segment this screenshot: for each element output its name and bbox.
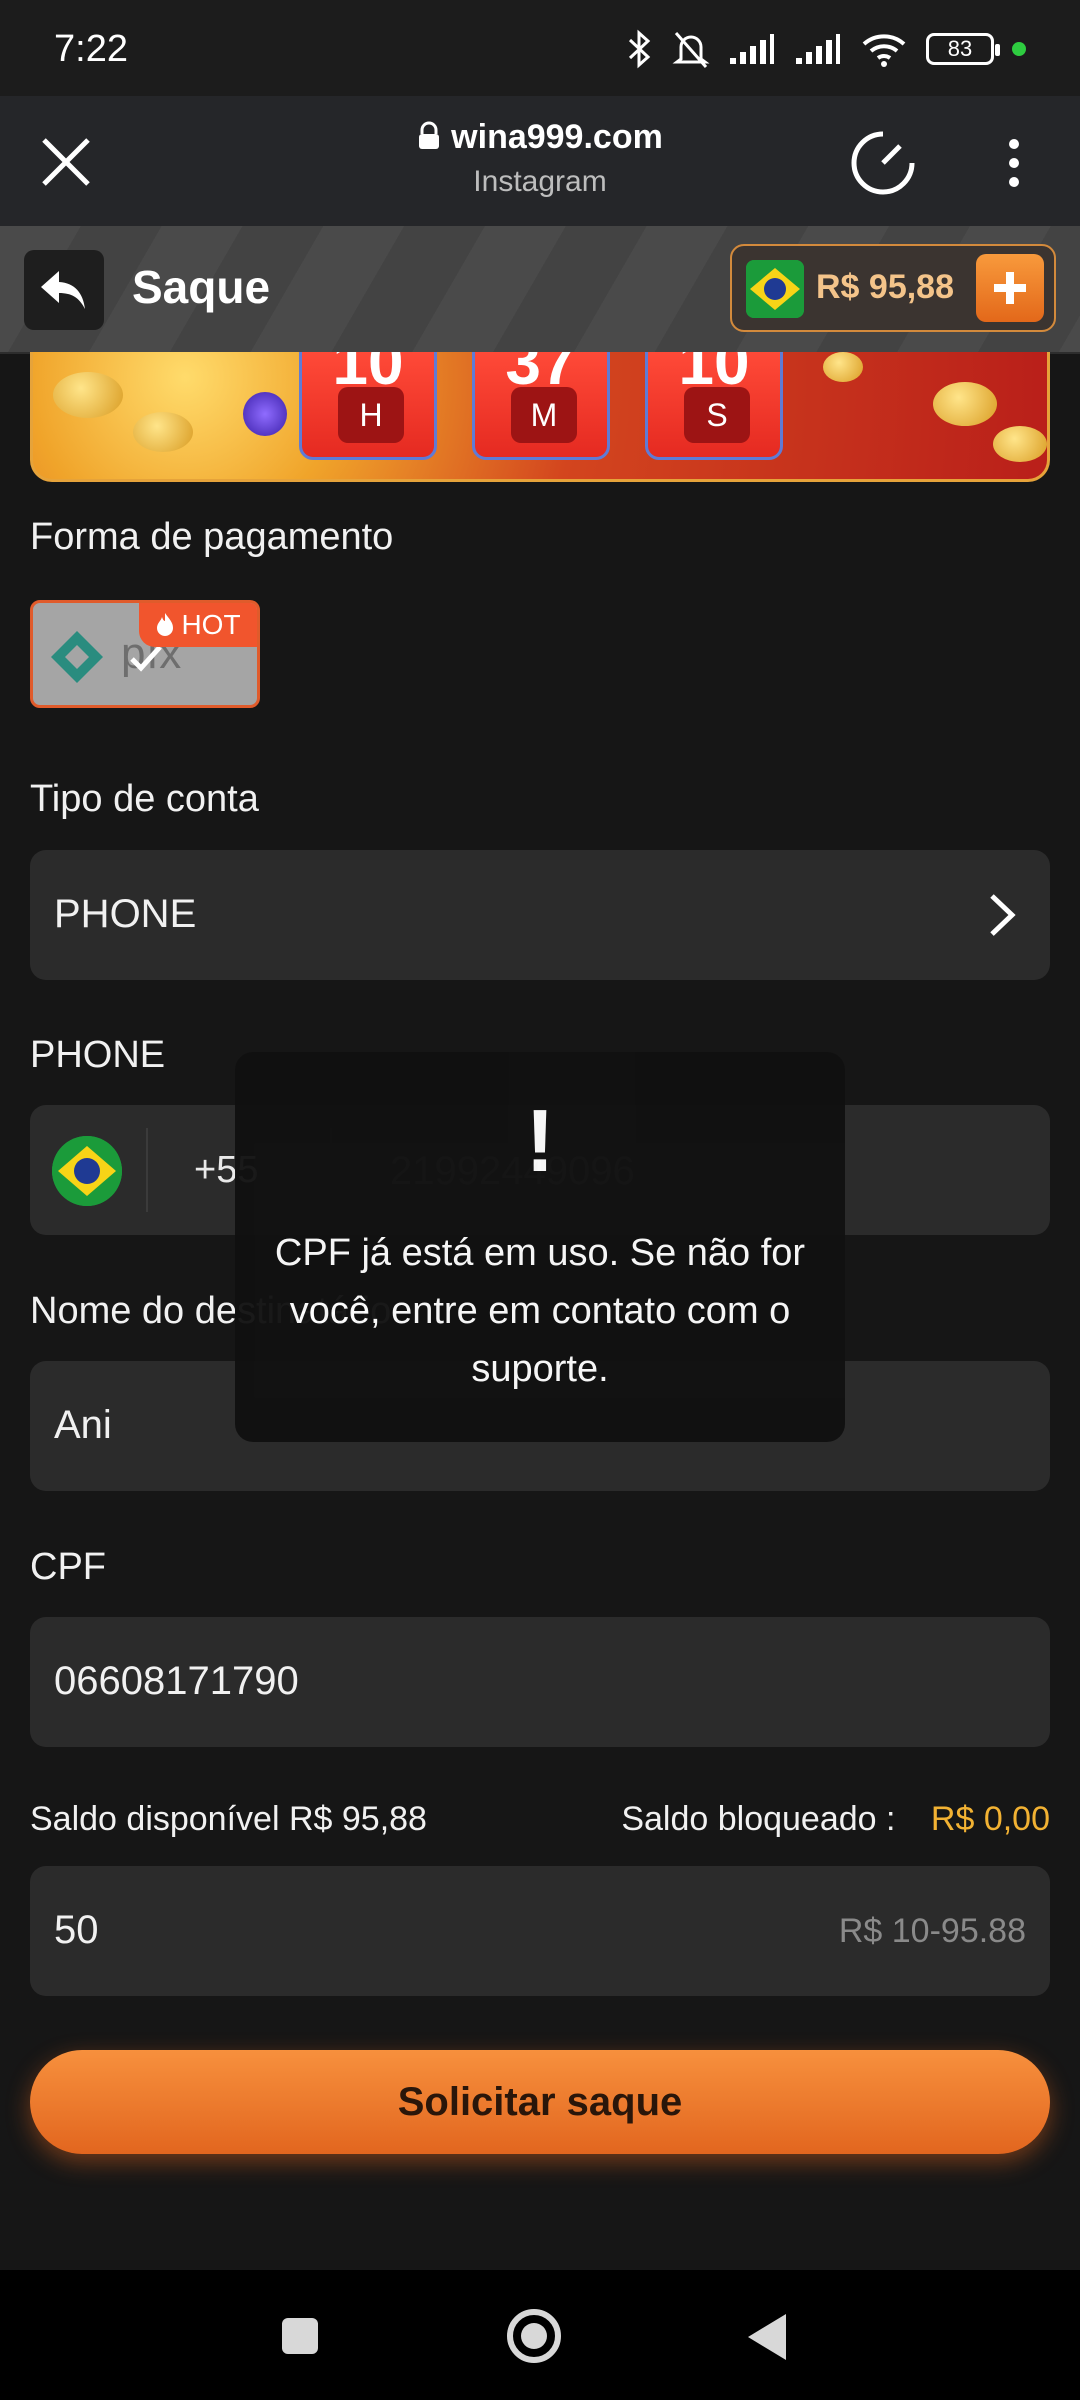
brazil-flag-icon [746, 260, 804, 318]
gem-decoration [243, 392, 287, 436]
browser-bar: wina999.com Instagram [0, 96, 1080, 226]
header-balance: R$ 95,88 [816, 268, 954, 306]
brazil-flag-icon[interactable] [52, 1136, 122, 1206]
timer-minutes: 37 M [472, 352, 610, 460]
warning-icon: ! [525, 1091, 555, 1190]
toast-message: CPF já está em uso. Se não for você, ent… [274, 1232, 806, 1390]
chevron-right-icon [990, 894, 1016, 936]
wifi-icon [862, 34, 906, 67]
privacy-dot [1012, 42, 1026, 56]
coin-decoration [53, 372, 123, 418]
more-vertical-icon[interactable] [1002, 136, 1026, 190]
bell-muted-icon [672, 32, 710, 68]
bluetooth-icon [628, 29, 651, 69]
status-bar: 7:22 83 [0, 0, 1080, 96]
back-button[interactable] [24, 250, 104, 330]
hot-badge: HOT [139, 603, 257, 647]
timer-minutes-label: M [511, 387, 577, 443]
promo-banner[interactable]: 10 H 37 M 10 S [30, 352, 1050, 482]
back-nav-icon[interactable] [746, 2312, 788, 2362]
available-balance-label: Saldo disponível [30, 1800, 280, 1838]
balance-box[interactable]: R$ 95,88 [730, 244, 1056, 332]
error-toast: ! CPF já está em uso. Se não for você, e… [235, 1052, 845, 1442]
battery-level: 83 [947, 36, 973, 61]
recent-apps-icon[interactable] [280, 2316, 320, 2356]
status-icons: 83 [626, 26, 1026, 72]
home-icon[interactable] [506, 2308, 562, 2364]
cpf-input[interactable]: 06608171790 [30, 1617, 1050, 1747]
page-title: Saque [132, 261, 271, 313]
amount-value: 50 [54, 1908, 99, 1952]
coin-decoration [933, 382, 997, 426]
signal-icon [730, 34, 774, 64]
account-type-value: PHONE [54, 892, 197, 936]
plus-icon [994, 272, 1026, 304]
cpf-value: 06608171790 [54, 1659, 299, 1703]
blocked-balance-value: R$ 0,00 [930, 1800, 1050, 1838]
timer-seconds-label: S [684, 387, 750, 443]
blocked-balance: Saldo bloqueado : R$ 0,00 [621, 1800, 1050, 1839]
payment-method-label: Forma de pagamento [30, 516, 394, 558]
system-nav-bar [0, 2270, 1080, 2400]
phone-label: PHONE [30, 1034, 166, 1076]
fire-icon [157, 613, 174, 636]
account-type-label: Tipo de conta [30, 778, 259, 820]
pix-logo-icon [51, 631, 103, 683]
blocked-balance-label: Saldo bloqueado : [621, 1800, 896, 1838]
battery-indicator: 83 [926, 33, 1000, 65]
signal-icon-2 [796, 34, 840, 64]
cpf-label: CPF [30, 1546, 106, 1588]
timer-seconds: 10 S [645, 352, 783, 460]
amount-range-hint: R$ 10-95.88 [838, 1912, 1026, 1950]
timer-hours-label: H [338, 387, 404, 443]
url-text: wina999.com [451, 118, 663, 156]
check-icon [130, 645, 162, 672]
request-withdrawal-button[interactable]: Solicitar saque [30, 2050, 1050, 2154]
app-header: Saque R$ 95,88 [0, 226, 1080, 354]
recipient-name-value: Ani [54, 1403, 112, 1447]
deposit-plus-button[interactable] [976, 254, 1044, 322]
coin-decoration [133, 412, 193, 452]
amount-input[interactable]: 50 R$ 10-95.88 [30, 1866, 1050, 1996]
coin-decoration [993, 426, 1047, 462]
pix-payment-option[interactable]: pix HOT [30, 600, 260, 708]
status-time: 7:22 [54, 28, 128, 70]
available-balance-value: R$ 95,88 [288, 1800, 427, 1838]
speed-gauge-icon[interactable] [850, 130, 916, 196]
back-arrow-icon [41, 271, 85, 309]
coin-decoration [823, 352, 863, 382]
timer-hours: 10 H [299, 352, 437, 460]
account-type-select[interactable]: PHONE [30, 850, 1050, 980]
phone-divider [146, 1128, 148, 1212]
available-balance: Saldo disponível R$ 95,88 [30, 1800, 427, 1839]
hot-badge-text: HOT [181, 609, 241, 640]
url-source: Instagram [473, 165, 607, 198]
url-area[interactable]: wina999.com Instagram [0, 118, 1080, 199]
lock-icon [419, 121, 440, 149]
